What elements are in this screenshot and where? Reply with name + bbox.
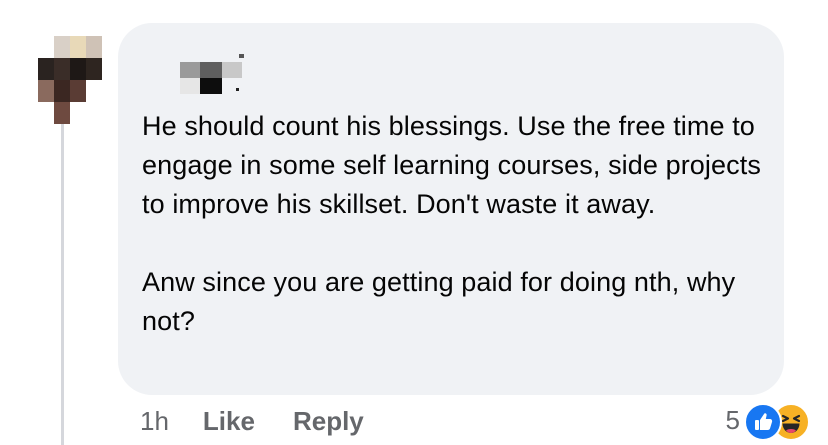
like-icon xyxy=(744,403,782,441)
comment-timestamp[interactable]: 1h xyxy=(140,406,169,437)
comment-actions: 1h Like Reply xyxy=(140,404,402,438)
thread-connector-line xyxy=(61,124,64,445)
comment-paragraph: He should count his blessings. Use the f… xyxy=(142,111,761,219)
reaction-summary[interactable]: 5 xyxy=(726,400,810,441)
reply-button[interactable]: Reply xyxy=(293,406,364,437)
avatar[interactable] xyxy=(38,36,102,124)
comment-text: He should count his blessings. Use the f… xyxy=(142,107,772,341)
reaction-count[interactable]: 5 xyxy=(726,405,740,436)
author-name-redacted[interactable] xyxy=(180,54,246,96)
comment-paragraph: Anw since you are getting paid for doing… xyxy=(142,267,736,336)
reaction-icons[interactable] xyxy=(744,401,810,441)
like-button[interactable]: Like xyxy=(203,406,255,437)
